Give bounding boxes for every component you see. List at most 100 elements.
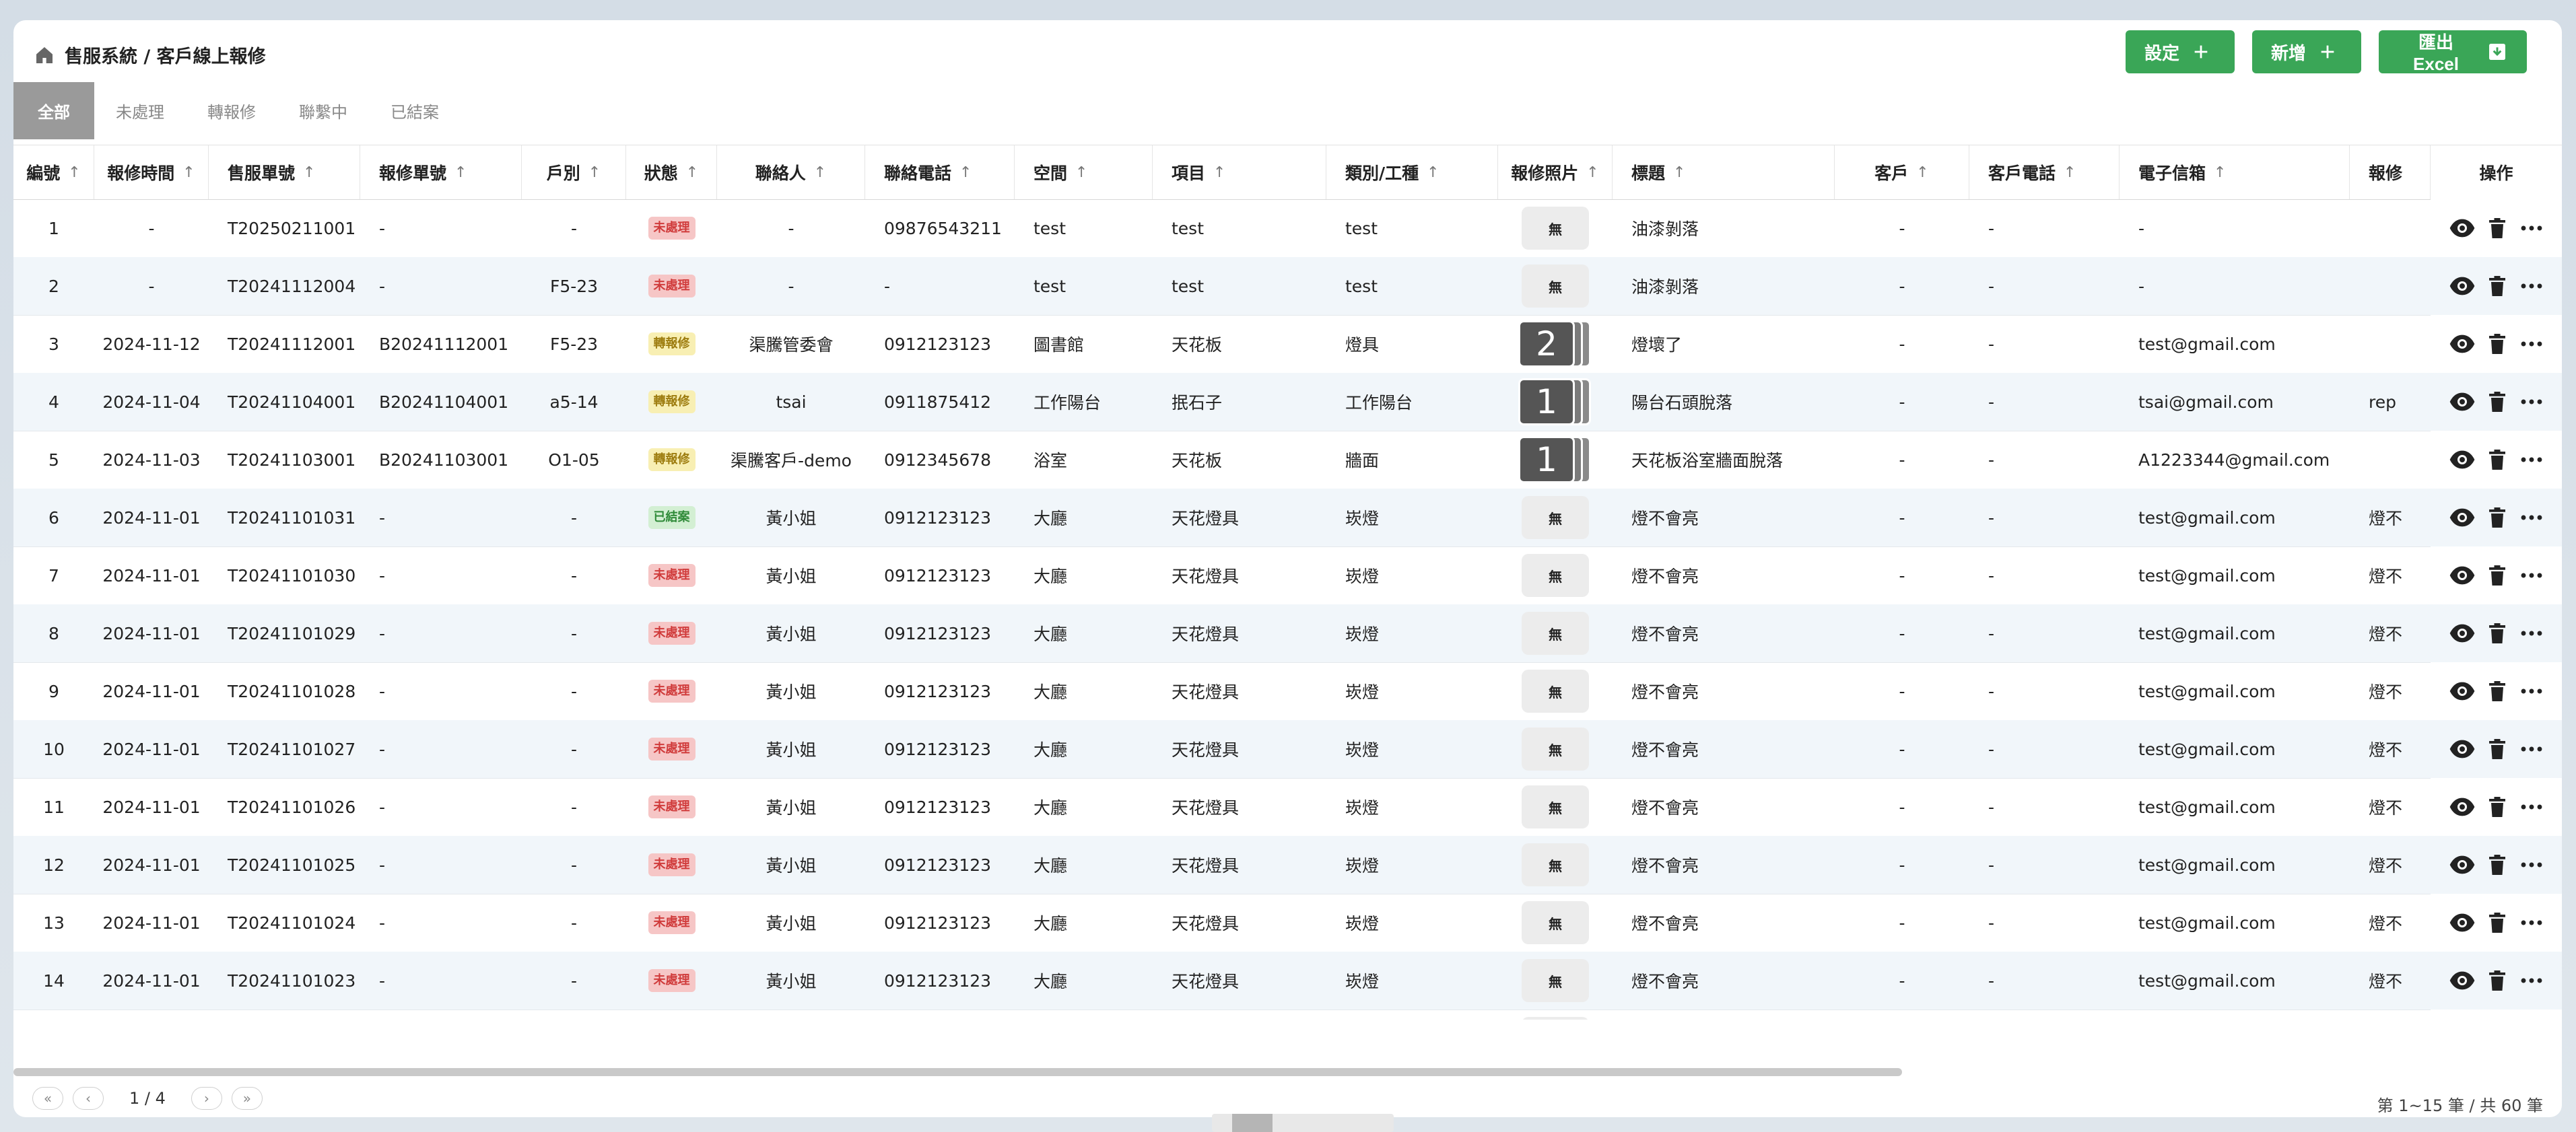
more-horizontal-icon[interactable] (2519, 968, 2544, 993)
table-row[interactable]: 13 2024-11-01 T20241101024 - - 未處理 黃小姐 09121231… (13, 894, 2562, 952)
header-col-unit[interactable]: 戶別 ↑ (522, 145, 626, 199)
more-horizontal-icon[interactable] (2519, 737, 2544, 761)
settings-button[interactable]: 設定 (2126, 30, 2235, 73)
scrollbar-thumb[interactable] (13, 1068, 1902, 1076)
table-row[interactable]: 11 2024-11-01 T20241101026 - - 未處理 黃小姐 09121231… (13, 778, 2562, 837)
trash-icon[interactable] (2485, 853, 2509, 877)
prev-page-button[interactable]: ‹ (73, 1087, 104, 1110)
arrow-up-icon[interactable]: ↑ (686, 164, 698, 181)
table-row[interactable]: 8 2024-11-01 T20241101029 - - 未處理 黃小姐 091212312… (13, 604, 2562, 663)
eye-icon[interactable] (2449, 446, 2476, 473)
home-icon[interactable] (34, 44, 55, 66)
more-horizontal-icon[interactable] (2519, 505, 2544, 530)
header-col-repair-no[interactable]: 報修單號 ↑ (360, 145, 522, 199)
table-row[interactable]: 9 2024-11-01 T20241101028 - - 未處理 黃小姐 091212312… (13, 662, 2562, 721)
arrow-up-icon[interactable]: ↑ (182, 164, 195, 181)
table-row[interactable]: 12 2024-11-01 T20241101025 - - 未處理 黃小姐 09121231… (13, 836, 2562, 894)
eye-icon[interactable] (2449, 215, 2476, 242)
eye-icon[interactable] (2449, 620, 2476, 647)
table-row[interactable]: 10 2024-11-01 T20241101027 - - 未處理 黃小姐 09121231… (13, 720, 2562, 779)
header-col-customer[interactable]: 客戶 ↑ (1835, 145, 1969, 199)
table-row[interactable]: 6 2024-11-01 T20241101031 - - 已結案 黃小姐 091212312… (13, 489, 2562, 547)
eye-icon[interactable] (2449, 504, 2476, 531)
arrow-up-icon[interactable]: ↑ (1673, 164, 1685, 181)
header-col-email[interactable]: 電子信箱 ↑ (2120, 145, 2350, 199)
arrow-up-icon[interactable]: ↑ (1427, 164, 1439, 181)
header-col-status[interactable]: 狀態 ↑ (626, 145, 717, 199)
trash-icon[interactable] (2485, 448, 2509, 472)
photo-thumbnail[interactable]: 1 (1518, 378, 1592, 425)
arrow-up-icon[interactable]: ↑ (1916, 164, 1928, 181)
table-row[interactable]: 14 2024-11-01 T20241101023 - - 未處理 黃小姐 09121231… (13, 952, 2562, 1010)
more-horizontal-icon[interactable] (2519, 216, 2544, 240)
trash-icon[interactable] (2485, 968, 2509, 993)
table-row[interactable]: 152024-11-01T20241101022--未處理黃小姐09121231… (13, 1010, 2562, 1020)
trash-icon[interactable] (2485, 679, 2509, 703)
trash-icon[interactable] (2485, 737, 2509, 761)
more-horizontal-icon[interactable] (2519, 911, 2544, 935)
more-horizontal-icon[interactable] (2519, 332, 2544, 356)
more-horizontal-icon[interactable] (2519, 679, 2544, 703)
tab-1[interactable]: 未處理 (94, 82, 186, 139)
eye-icon[interactable] (2449, 851, 2476, 878)
more-horizontal-icon[interactable] (2519, 448, 2544, 472)
eye-icon[interactable] (2449, 909, 2476, 936)
tab-0[interactable]: 全部 (13, 82, 94, 139)
eye-icon[interactable] (2449, 273, 2476, 299)
tab-4[interactable]: 已結案 (369, 82, 461, 139)
trash-icon[interactable] (2485, 563, 2509, 588)
trash-icon[interactable] (2485, 274, 2509, 298)
header-col-number[interactable]: 編號 ↑ (13, 145, 94, 199)
export-excel-button[interactable]: 匯出Excel (2379, 30, 2527, 74)
photo-thumbnail[interactable]: 2 (1518, 320, 1592, 367)
trash-icon[interactable] (2485, 795, 2509, 819)
header-col-photo[interactable]: 報修照片 ↑ (1498, 145, 1613, 199)
arrow-up-icon[interactable]: ↑ (959, 164, 972, 181)
next-page-button[interactable]: › (191, 1087, 222, 1110)
header-col-repair-extra[interactable]: 報修 (2350, 145, 2431, 199)
arrow-up-icon[interactable]: ↑ (303, 164, 315, 181)
eye-icon[interactable] (2449, 330, 2476, 357)
eye-icon[interactable] (2449, 562, 2476, 589)
header-col-report-time[interactable]: 報修時間 ↑ (94, 145, 209, 199)
add-button[interactable]: 新增 (2252, 30, 2361, 73)
header-col-service-no[interactable]: 售服單號 ↑ (209, 145, 360, 199)
header-col-contact[interactable]: 聯絡人 ↑ (717, 145, 865, 199)
trash-icon[interactable] (2485, 216, 2509, 240)
trash-icon[interactable] (2485, 621, 2509, 645)
more-horizontal-icon[interactable] (2519, 621, 2544, 645)
table-row[interactable]: 2 - T20241112004 - F5-23 未處理 - - test test test 無 油漆… (13, 257, 2562, 316)
header-col-title[interactable]: 標題 ↑ (1613, 145, 1835, 199)
horizontal-scrollbar[interactable] (13, 1067, 2562, 1077)
trash-icon[interactable] (2485, 332, 2509, 356)
trash-icon[interactable] (2485, 390, 2509, 414)
arrow-up-icon[interactable]: ↑ (1075, 164, 1087, 181)
trash-icon[interactable] (2485, 911, 2509, 935)
tab-2[interactable]: 轉報修 (186, 82, 277, 139)
header-col-category[interactable]: 類別/工種 ↑ (1326, 145, 1498, 199)
eye-icon[interactable] (2449, 736, 2476, 763)
table-row[interactable]: 4 2024-11-04 T20241104001 B20241104001 a5-14… (13, 373, 2562, 431)
arrow-up-icon[interactable]: ↑ (2064, 164, 2076, 181)
table-row[interactable]: 5 2024-11-03 T20241103001 B20241103001 O1-05… (13, 431, 2562, 489)
photo-thumbnail[interactable]: 1 (1518, 436, 1592, 483)
header-col-item[interactable]: 項目 ↑ (1153, 145, 1326, 199)
more-horizontal-icon[interactable] (2519, 563, 2544, 588)
arrow-up-icon[interactable]: ↑ (454, 164, 467, 181)
table-row[interactable]: 1 - T20250211001 - - 未處理 - 09876543211 test test t… (13, 199, 2562, 258)
arrow-up-icon[interactable]: ↑ (1213, 164, 1225, 181)
trash-icon[interactable] (2485, 505, 2509, 530)
more-horizontal-icon[interactable] (2519, 274, 2544, 298)
tab-3[interactable]: 聯繫中 (277, 82, 369, 139)
header-col-phone[interactable]: 聯絡電話 ↑ (865, 145, 1015, 199)
table-row[interactable]: 3 2024-11-12 T20241112001 B20241112001 F5-23… (13, 315, 2562, 374)
eye-icon[interactable] (2449, 678, 2476, 705)
arrow-up-icon[interactable]: ↑ (814, 164, 826, 181)
header-col-space[interactable]: 空間 ↑ (1015, 145, 1153, 199)
arrow-up-icon[interactable]: ↑ (588, 164, 601, 181)
eye-icon[interactable] (2449, 967, 2476, 994)
more-horizontal-icon[interactable] (2519, 853, 2544, 877)
table-row[interactable]: 7 2024-11-01 T20241101030 - - 未處理 黃小姐 091212312… (13, 546, 2562, 605)
more-horizontal-icon[interactable] (2519, 795, 2544, 819)
arrow-up-icon[interactable]: ↑ (2214, 164, 2226, 181)
